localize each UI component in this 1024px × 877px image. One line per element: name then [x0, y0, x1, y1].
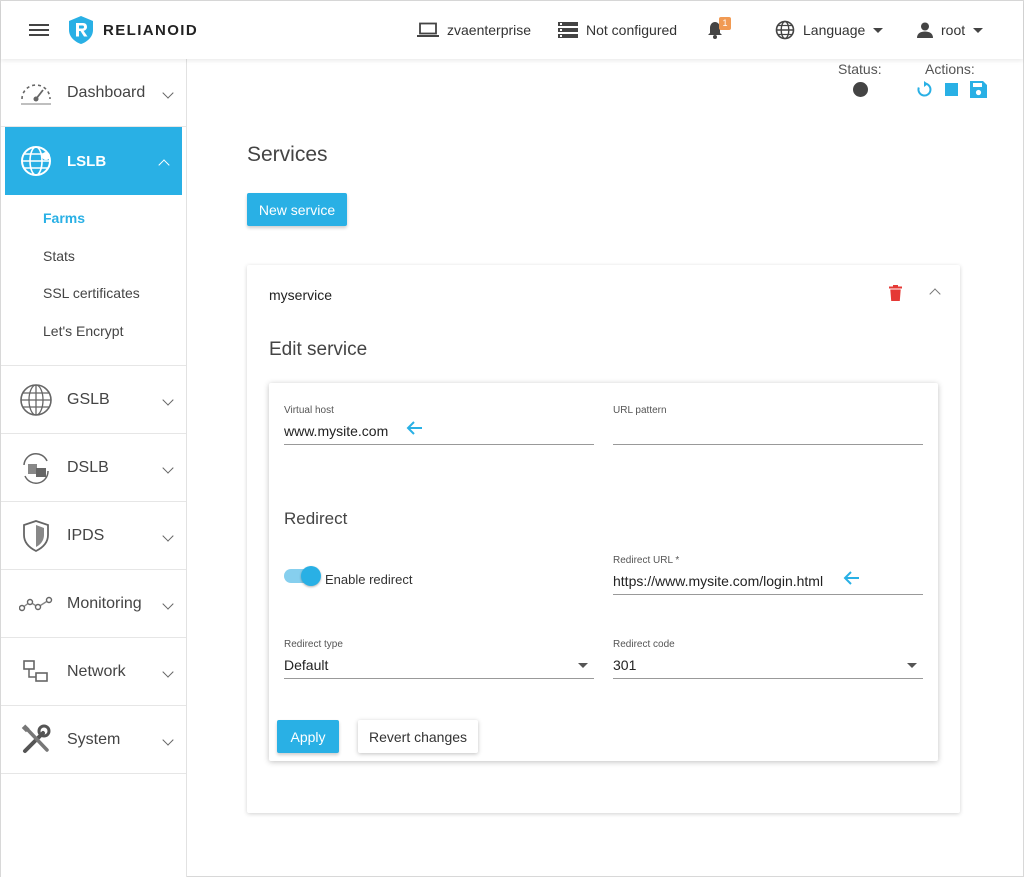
toggle-knob	[301, 566, 321, 586]
chevron-down-icon	[162, 666, 174, 678]
sidebar-item-gslb[interactable]: GSLB	[1, 366, 186, 434]
sidebar: Dashboard LSLB Farms Stats SSL certifica…	[1, 59, 187, 877]
trash-icon[interactable]	[889, 285, 902, 301]
monitoring-icon	[19, 587, 53, 621]
redirect-code-label: Redirect code	[613, 639, 675, 650]
submenu-item-farms[interactable]: Farms	[43, 205, 186, 243]
submenu-item-lets-encrypt[interactable]: Let's Encrypt	[43, 318, 186, 356]
status-indicator	[853, 82, 868, 97]
hamburger-menu-icon[interactable]	[29, 21, 49, 39]
new-service-button[interactable]: New service	[247, 193, 347, 226]
chevron-down-icon	[162, 87, 174, 99]
restart-icon[interactable]	[916, 81, 933, 98]
sidebar-item-label: Dashboard	[67, 83, 146, 101]
apply-button[interactable]: Apply	[277, 720, 339, 753]
redirect-type-value: Default	[284, 657, 329, 673]
chevron-up-icon	[158, 159, 170, 171]
sidebar-item-dslb[interactable]: DSLB	[1, 434, 186, 502]
chevron-down-icon	[973, 27, 984, 33]
service-name: myservice	[269, 287, 333, 303]
redirect-type-select[interactable]: Redirect type Default	[284, 639, 594, 679]
arrow-left-icon	[843, 571, 859, 585]
reliaonoid-shield-logo-icon	[69, 16, 93, 44]
datacenter-icon	[19, 451, 53, 485]
chevron-up-icon[interactable]	[929, 288, 941, 300]
sidebar-item-ipds[interactable]: IPDS	[1, 502, 186, 570]
arrow-left-icon	[406, 421, 422, 435]
sidebar-item-label: GSLB	[67, 390, 110, 408]
sidebar-item-label: Monitoring	[67, 594, 142, 612]
shield-icon	[19, 519, 53, 553]
chevron-down-icon	[162, 598, 174, 610]
redirect-code-value: 301	[613, 657, 637, 673]
chevron-down-icon	[162, 734, 174, 746]
chevron-down-icon	[162, 394, 174, 406]
sidebar-item-label: System	[67, 730, 121, 748]
cluster-status-label: Not configured	[586, 22, 678, 38]
sidebar-item-label: Network	[67, 662, 126, 680]
user-name: root	[941, 22, 966, 38]
enable-redirect-toggle[interactable]	[284, 566, 321, 586]
page-title: Services	[247, 143, 328, 166]
edit-service-form: Virtual host URL pattern Redirect Enable…	[269, 383, 938, 761]
brand-name: RELIANOID	[103, 21, 199, 39]
redirect-section-title: Redirect	[284, 509, 348, 528]
network-icon	[19, 655, 53, 689]
sidebar-item-system[interactable]: System	[1, 706, 186, 774]
top-bar: RELIANOID zvaenterprise Not configured 1…	[1, 1, 1023, 59]
host-name: zvaenterprise	[447, 22, 532, 38]
edit-service-title: Edit service	[269, 339, 368, 360]
globe-grid-icon	[19, 383, 53, 417]
lslb-submenu: Farms Stats SSL certificates Let's Encry…	[1, 195, 186, 366]
brand-logo[interactable]: RELIANOID	[67, 15, 198, 45]
status-label: Status:	[838, 61, 882, 77]
virtual-host-field[interactable]: Virtual host	[284, 405, 594, 445]
sidebar-item-lslb[interactable]: LSLB	[5, 127, 182, 195]
chevron-down-icon	[873, 27, 884, 33]
laptop-icon	[417, 22, 439, 37]
chevron-down-icon	[162, 462, 174, 474]
save-icon[interactable]	[970, 81, 987, 98]
url-pattern-input[interactable]	[613, 423, 923, 439]
language-selector[interactable]: Language	[775, 19, 884, 41]
cluster-status[interactable]: Not configured	[558, 19, 677, 41]
url-pattern-field[interactable]: URL pattern	[613, 405, 923, 445]
virtual-host-label: Virtual host	[284, 405, 334, 416]
dropdown-arrow-icon	[578, 663, 588, 668]
redirect-code-select[interactable]: Redirect code 301	[613, 639, 923, 679]
host-indicator[interactable]: zvaenterprise	[417, 19, 531, 41]
submenu-item-ssl-certificates[interactable]: SSL certificates	[43, 280, 186, 318]
revert-changes-button[interactable]: Revert changes	[358, 720, 478, 753]
redirect-url-label: Redirect URL *	[613, 555, 680, 566]
user-icon	[917, 22, 933, 38]
enable-redirect-label: Enable redirect	[325, 572, 413, 587]
sidebar-item-label: IPDS	[67, 526, 105, 544]
sidebar-item-dashboard[interactable]: Dashboard	[1, 59, 186, 127]
tools-icon	[19, 723, 53, 757]
sidebar-item-label: DSLB	[67, 458, 109, 476]
actions-label: Actions:	[925, 61, 975, 77]
sidebar-item-label: LSLB	[67, 152, 107, 170]
sidebar-item-network[interactable]: Network	[1, 638, 186, 706]
language-label: Language	[803, 22, 866, 38]
dashboard-icon	[19, 76, 53, 110]
redirect-type-label: Redirect type	[284, 639, 343, 650]
url-pattern-label: URL pattern	[613, 405, 667, 416]
chevron-down-icon	[162, 530, 174, 542]
notifications-badge: 1	[719, 17, 731, 30]
redirect-url-field[interactable]: Redirect URL *	[613, 555, 923, 595]
globe-icon	[775, 20, 795, 40]
sidebar-item-monitoring[interactable]: Monitoring	[1, 570, 186, 638]
submenu-item-stats[interactable]: Stats	[43, 243, 186, 281]
user-menu[interactable]: root	[917, 19, 984, 41]
redirect-url-input[interactable]	[613, 573, 923, 589]
globe-icon	[19, 144, 53, 178]
stop-icon[interactable]	[945, 83, 958, 96]
notifications-button[interactable]: 1	[707, 17, 731, 41]
server-rack-icon	[558, 22, 578, 38]
virtual-host-input[interactable]	[284, 423, 594, 439]
dropdown-arrow-icon	[907, 663, 917, 668]
